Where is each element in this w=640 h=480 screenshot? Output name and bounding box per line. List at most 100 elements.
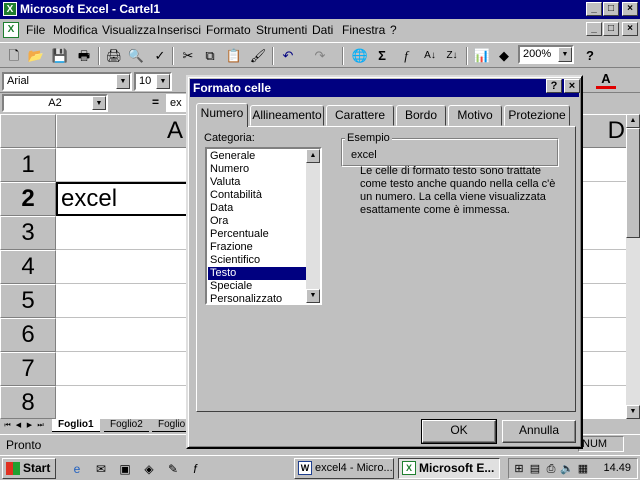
- copy-icon[interactable]: ⧉: [200, 46, 220, 66]
- chevron-down-icon[interactable]: ▼: [116, 74, 130, 89]
- category-item[interactable]: Scientifico: [208, 254, 308, 267]
- row-header-2[interactable]: 2: [0, 182, 56, 216]
- menu-help[interactable]: ?: [390, 23, 397, 37]
- category-item[interactable]: Frazione: [208, 241, 308, 254]
- row-header-4[interactable]: 4: [0, 250, 56, 284]
- excel-app-icon[interactable]: X: [3, 2, 17, 16]
- start-button[interactable]: Start: [2, 458, 56, 479]
- function-icon[interactable]: f: [396, 46, 416, 66]
- chevron-down-icon[interactable]: ▼: [156, 74, 170, 89]
- last-sheet-icon[interactable]: ⏭: [35, 420, 46, 432]
- menu-dati[interactable]: Dati: [312, 23, 333, 37]
- hyperlink-icon[interactable]: 🌐: [350, 46, 370, 66]
- font-size-select[interactable]: 10 ▼: [134, 72, 172, 91]
- redo-icon[interactable]: ↷: [310, 46, 330, 66]
- formula-equals-icon[interactable]: =: [152, 95, 159, 109]
- row-header-1[interactable]: 1: [0, 148, 56, 182]
- clock[interactable]: 14.49: [603, 462, 631, 474]
- next-sheet-icon[interactable]: ▶: [24, 420, 35, 432]
- menu-formato[interactable]: Formato: [206, 23, 251, 37]
- tab-allineamento[interactable]: Allineamento: [250, 105, 324, 126]
- app-title-bar[interactable]: X Microsoft Excel - Cartel1 _ □ ×: [0, 0, 640, 19]
- category-item[interactable]: Generale: [208, 150, 308, 163]
- zoom-select[interactable]: 200% ▼: [518, 45, 574, 64]
- quicklaunch-icon[interactable]: ✎: [164, 460, 182, 478]
- cell-a2[interactable]: excel: [56, 182, 196, 216]
- print-preview-icon[interactable]: 🖨: [104, 46, 124, 66]
- first-sheet-icon[interactable]: ⏮: [2, 420, 13, 432]
- channels-icon[interactable]: ◈: [140, 460, 158, 478]
- menu-finestra[interactable]: Finestra: [342, 23, 385, 37]
- category-item[interactable]: Valuta: [208, 176, 308, 189]
- tab-protezione[interactable]: Protezione: [504, 105, 570, 126]
- category-item-selected[interactable]: Testo: [208, 267, 308, 280]
- row-header-7[interactable]: 7: [0, 352, 56, 386]
- sheet-tab-foglio1[interactable]: Foglio1: [52, 419, 100, 432]
- row-header-6[interactable]: 6: [0, 318, 56, 352]
- menu-strumenti[interactable]: Strumenti: [256, 23, 307, 37]
- ok-button[interactable]: OK: [421, 419, 497, 444]
- outlook-icon[interactable]: ✉: [92, 460, 110, 478]
- desktop-icon[interactable]: ▣: [116, 460, 134, 478]
- menu-inserisci[interactable]: Inserisci: [157, 23, 201, 37]
- volume-icon[interactable]: 🔈: [559, 461, 575, 477]
- scroll-up-icon[interactable]: ▲: [626, 114, 640, 128]
- category-item[interactable]: Numero: [208, 163, 308, 176]
- format-painter-icon[interactable]: 🖌: [248, 46, 268, 66]
- zoom-preview-icon[interactable]: 🔍: [126, 46, 146, 66]
- save-icon[interactable]: 💾: [50, 46, 70, 66]
- undo-icon[interactable]: ↶: [278, 46, 298, 66]
- row-header-8[interactable]: 8: [0, 386, 56, 419]
- dialog-title-bar[interactable]: Formato celle: [190, 79, 579, 97]
- font-name-select[interactable]: Arial ▼: [2, 72, 132, 91]
- internet-explorer-icon[interactable]: e: [68, 460, 86, 478]
- tray-printer-icon[interactable]: ⎙: [543, 461, 559, 477]
- sort-ascending-icon[interactable]: A↓: [420, 46, 440, 66]
- chevron-down-icon[interactable]: ▼: [558, 47, 572, 62]
- scroll-up-icon[interactable]: ▲: [306, 149, 320, 163]
- prev-sheet-icon[interactable]: ◀: [13, 420, 24, 432]
- row-header-3[interactable]: 3: [0, 216, 56, 250]
- function-launch-icon[interactable]: f: [186, 460, 204, 478]
- tab-numero[interactable]: Numero: [196, 103, 248, 127]
- category-item[interactable]: Speciale: [208, 280, 308, 293]
- menu-modifica[interactable]: Modifica: [53, 23, 98, 37]
- doc-close-button[interactable]: ×: [622, 22, 638, 36]
- chevron-down-icon[interactable]: ▼: [92, 96, 106, 110]
- category-item[interactable]: Data: [208, 202, 308, 215]
- chart-wizard-icon[interactable]: 📊: [472, 46, 492, 66]
- close-button[interactable]: ×: [622, 2, 638, 16]
- scroll-thumb[interactable]: [626, 128, 640, 238]
- doc-minimize-button[interactable]: _: [586, 22, 602, 36]
- tray-network-icon[interactable]: ⊞: [511, 461, 527, 477]
- tray-task-icon[interactable]: ▦: [575, 461, 591, 477]
- select-all-corner[interactable]: [0, 114, 56, 148]
- category-scrollbar[interactable]: ▲ ▼: [306, 149, 320, 303]
- open-folder-icon[interactable]: 📂: [26, 46, 46, 66]
- tab-carattere[interactable]: Carattere: [326, 105, 394, 126]
- tab-bordo[interactable]: Bordo: [396, 105, 446, 126]
- sort-descending-icon[interactable]: Z↓: [442, 46, 462, 66]
- category-item[interactable]: Contabilità: [208, 189, 308, 202]
- menu-file[interactable]: File: [26, 23, 45, 37]
- category-item[interactable]: Personalizzato: [208, 293, 308, 303]
- scroll-down-icon[interactable]: ▼: [306, 289, 320, 303]
- minimize-button[interactable]: _: [586, 2, 602, 16]
- cut-icon[interactable]: ✂: [178, 46, 198, 66]
- sheet-tab-foglio2[interactable]: Foglio2: [104, 419, 149, 432]
- new-file-icon[interactable]: 🗋: [4, 46, 24, 66]
- taskbar-item-excel4[interactable]: W excel4 - Micro...: [294, 458, 394, 479]
- category-list[interactable]: Generale Numero Valuta Contabilità Data …: [205, 147, 322, 305]
- cancel-button[interactable]: Annulla: [502, 420, 576, 443]
- drawing-icon[interactable]: ◆: [494, 46, 514, 66]
- vertical-scrollbar[interactable]: ▲ ▼: [626, 114, 640, 419]
- category-item[interactable]: Ora: [208, 215, 308, 228]
- autosum-icon[interactable]: Σ: [372, 46, 392, 66]
- row-header-5[interactable]: 5: [0, 284, 56, 318]
- column-header-d[interactable]: D: [576, 114, 628, 148]
- name-box[interactable]: A2 ▼: [2, 94, 108, 112]
- paste-icon[interactable]: 📋: [224, 46, 244, 66]
- font-color-icon[interactable]: A: [596, 71, 616, 89]
- scroll-down-icon[interactable]: ▼: [626, 405, 640, 419]
- dialog-help-button[interactable]: ?: [546, 79, 562, 93]
